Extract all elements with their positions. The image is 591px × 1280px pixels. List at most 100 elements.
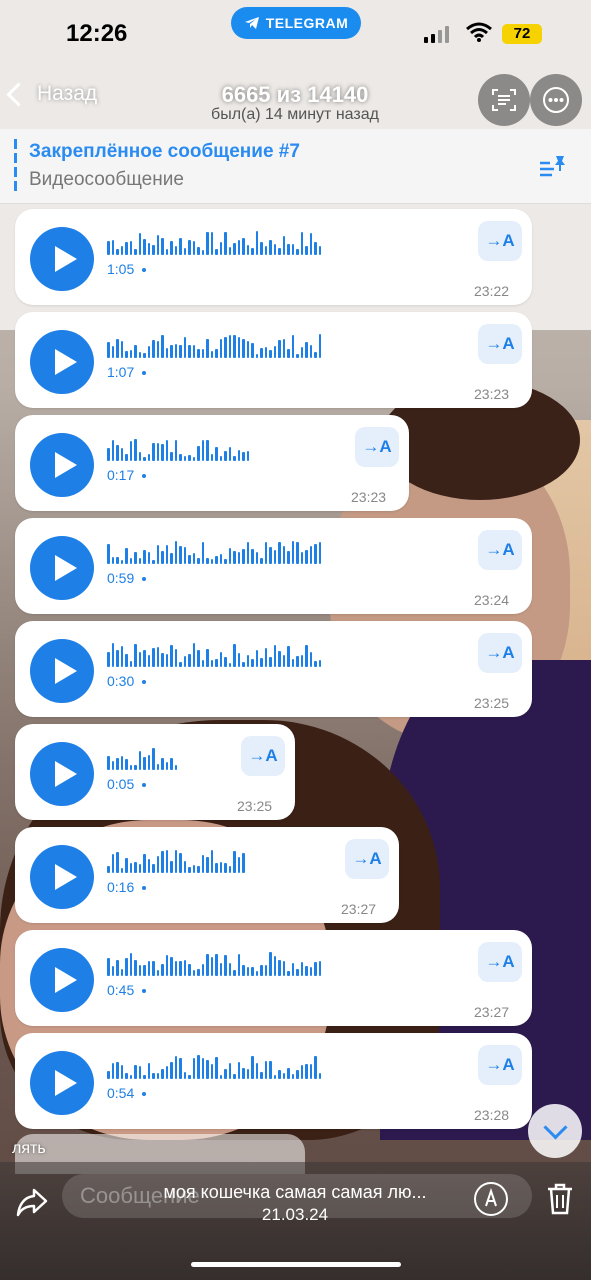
play-button[interactable] (30, 227, 94, 291)
trash-icon[interactable] (546, 1182, 574, 1216)
voice-message[interactable]: 0:45 →A 23:27 (15, 930, 532, 1026)
waveform[interactable] (107, 334, 321, 358)
voice-message[interactable]: 1:07 →A 23:23 (15, 312, 532, 408)
play-button[interactable] (30, 742, 94, 806)
transcribe-button[interactable]: →A (478, 1045, 522, 1085)
waveform[interactable] (107, 540, 321, 564)
pin-list-icon[interactable] (538, 153, 568, 179)
waveform-bar (183, 337, 186, 358)
waveform-bar (260, 242, 263, 255)
waveform-bar (282, 1073, 285, 1079)
waveform-bar (120, 868, 123, 873)
waveform-bar (237, 240, 240, 255)
transcribe-button[interactable]: →A (241, 736, 285, 776)
play-button[interactable] (30, 330, 94, 394)
transcribe-button[interactable]: →A (478, 221, 522, 261)
waveform[interactable] (107, 231, 321, 255)
waveform-bar (251, 549, 254, 564)
waveform-bar (134, 644, 137, 667)
chevron-left-icon (6, 81, 31, 107)
voice-message[interactable]: 0:30 →A 23:25 (15, 621, 532, 717)
transcribe-button[interactable]: →A (345, 839, 389, 879)
waveform[interactable] (107, 643, 321, 667)
waveform-bar (260, 558, 263, 564)
play-button[interactable] (30, 948, 94, 1012)
message-time: 23:27 (474, 1004, 510, 1020)
waveform-bar (269, 1061, 272, 1079)
voice-message[interactable]: 1:05 →A 23:22 (15, 209, 532, 305)
play-button[interactable] (30, 1051, 94, 1115)
waveform-bar (291, 659, 294, 667)
waveform[interactable] (107, 437, 249, 461)
play-button[interactable] (30, 845, 94, 909)
waveform-bar (107, 756, 110, 770)
waveform-bar (156, 1073, 159, 1079)
waveform-bar (134, 862, 137, 873)
waveform-bar (215, 556, 218, 564)
waveform-bar (161, 653, 164, 667)
waveform-bar (156, 764, 159, 770)
scroll-down-button[interactable] (528, 1104, 582, 1158)
waveform-bar (314, 1056, 317, 1079)
waveform[interactable] (107, 746, 177, 770)
waveform-bar (152, 443, 155, 461)
status-bar: 12:26 TELEGRAM 72 (0, 0, 591, 70)
waveform-bar (116, 557, 119, 564)
waveform-bar (246, 451, 249, 461)
waveform-bar (147, 552, 150, 564)
transcribe-button[interactable]: →A (478, 633, 522, 673)
waveform-bar (161, 851, 164, 873)
transcribe-button[interactable]: →A (478, 530, 522, 570)
waveform-bar (233, 335, 236, 358)
waveform-bar (134, 439, 137, 461)
pinned-message-bar[interactable]: Закреплённое сообщение #7 Видеосообщение (0, 129, 591, 204)
media-caption[interactable]: моя кошечка самая самая лю... 21.03.24 (120, 1182, 470, 1225)
waveform-bar (215, 349, 218, 358)
waveform-bar (147, 961, 150, 976)
play-button[interactable] (30, 536, 94, 600)
telegram-pill[interactable]: TELEGRAM (231, 7, 361, 39)
waveform[interactable] (107, 952, 321, 976)
waveform-bar (174, 344, 177, 358)
waveform-bar (116, 445, 119, 461)
waveform-bar (147, 655, 150, 667)
voice-message[interactable]: 0:05 →A 23:25 (15, 724, 295, 820)
waveform-bar (215, 249, 218, 255)
waveform[interactable] (107, 1055, 321, 1079)
voice-message[interactable]: 0:54 →A 23:28 (15, 1033, 532, 1129)
waveform-bar (174, 649, 177, 667)
play-button[interactable] (30, 639, 94, 703)
voice-message[interactable]: 0:59 →A 23:24 (15, 518, 532, 614)
transcribe-button[interactable]: →A (478, 324, 522, 364)
waveform-bar (120, 341, 123, 358)
waveform-bar (255, 552, 258, 564)
waveform-bar (138, 233, 141, 255)
waveform-bar (251, 248, 254, 255)
waveform-bar (201, 250, 204, 255)
waveform-bar (138, 558, 141, 564)
waveform-bar (111, 557, 114, 564)
waveform-bar (129, 765, 132, 770)
waveform[interactable] (107, 849, 245, 873)
waveform-bar (116, 758, 119, 770)
voice-duration: 0:59 (107, 570, 146, 586)
waveform-bar (143, 353, 146, 358)
waveform-bar (251, 343, 254, 358)
voice-message[interactable]: 0:16 →A 23:27 (15, 827, 399, 923)
back-button[interactable]: Назад (6, 81, 97, 107)
voice-message[interactable]: 0:17 →A 23:23 (15, 415, 409, 511)
waveform-bar (192, 457, 195, 461)
play-button[interactable] (30, 433, 94, 497)
waveform-bar (156, 341, 159, 358)
pill-label: TELEGRAM (265, 15, 349, 31)
transcribe-button[interactable]: →A (478, 942, 522, 982)
select-button[interactable] (478, 74, 530, 126)
share-icon[interactable] (12, 1182, 52, 1222)
waveform-bar (188, 240, 191, 255)
waveform-bar (269, 350, 272, 358)
transcribe-button[interactable]: →A (355, 427, 399, 467)
waveform-bar (147, 454, 150, 461)
waveform-bar (125, 242, 128, 255)
more-button[interactable] (530, 74, 582, 126)
edit-button[interactable] (474, 1182, 508, 1216)
